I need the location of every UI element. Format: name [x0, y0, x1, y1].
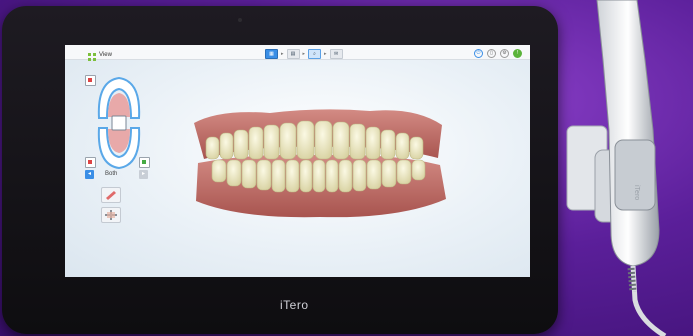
previous-segment-button[interactable]: ◂	[85, 170, 94, 179]
view-step-icon[interactable]: ⌕	[308, 49, 322, 59]
brand-logo: iTero	[280, 298, 309, 312]
edit-step-icon[interactable]: ▤	[286, 49, 300, 59]
info-icon[interactable]: !	[513, 49, 522, 58]
document-icon[interactable]: ▯	[487, 49, 496, 58]
chevron-right-icon: ▸	[281, 51, 284, 57]
dental-3d-model[interactable]	[190, 103, 452, 223]
paint-tool-button[interactable]	[101, 187, 121, 203]
svg-text:iTero: iTero	[633, 185, 640, 200]
workflow-steps: ▦ ▸ ▤ ▸ ⌕ ▸ ✉	[265, 49, 343, 59]
camera-dot	[238, 18, 242, 22]
chevron-right-icon: ▸	[324, 51, 327, 57]
chevron-right-icon: ▸	[302, 51, 306, 57]
scanner-wand-icon: iTero	[566, 0, 667, 336]
paint-tool-icon	[106, 191, 116, 200]
compare-tool-icon	[105, 210, 117, 220]
toolbar-right-icons: ⏻ ▯ ⚙ !	[474, 49, 522, 58]
scan-viewer-screen: View ▦ ▸ ▤ ▸ ⌕ ▸ ✉ ⏻ ▯ ⚙ ! ◂ Both ▸	[65, 45, 530, 277]
tablet-device: View ▦ ▸ ▤ ▸ ⌕ ▸ ✉ ⏻ ▯ ⚙ ! ◂ Both ▸ iTer…	[2, 6, 558, 334]
top-toolbar: View ▦ ▸ ▤ ▸ ⌕ ▸ ✉ ⏻ ▯ ⚙ !	[65, 45, 530, 61]
next-segment-button[interactable]: ▸	[139, 170, 148, 179]
send-step-icon[interactable]: ✉	[329, 49, 343, 59]
jaw-navigation-panel: ◂ Both ▸	[79, 65, 150, 265]
lower-jaw-toggle[interactable]	[85, 157, 96, 168]
bite-toggle[interactable]	[139, 157, 150, 168]
jaw-selection-label: Both	[105, 171, 118, 177]
settings-icon[interactable]: ⚙	[500, 49, 509, 58]
view-grid-icon[interactable]	[88, 53, 96, 61]
power-icon[interactable]: ⏻	[474, 49, 483, 58]
compare-tool-button[interactable]	[101, 207, 121, 223]
view-label: View	[99, 52, 112, 58]
scan-step-icon[interactable]: ▦	[265, 49, 278, 59]
